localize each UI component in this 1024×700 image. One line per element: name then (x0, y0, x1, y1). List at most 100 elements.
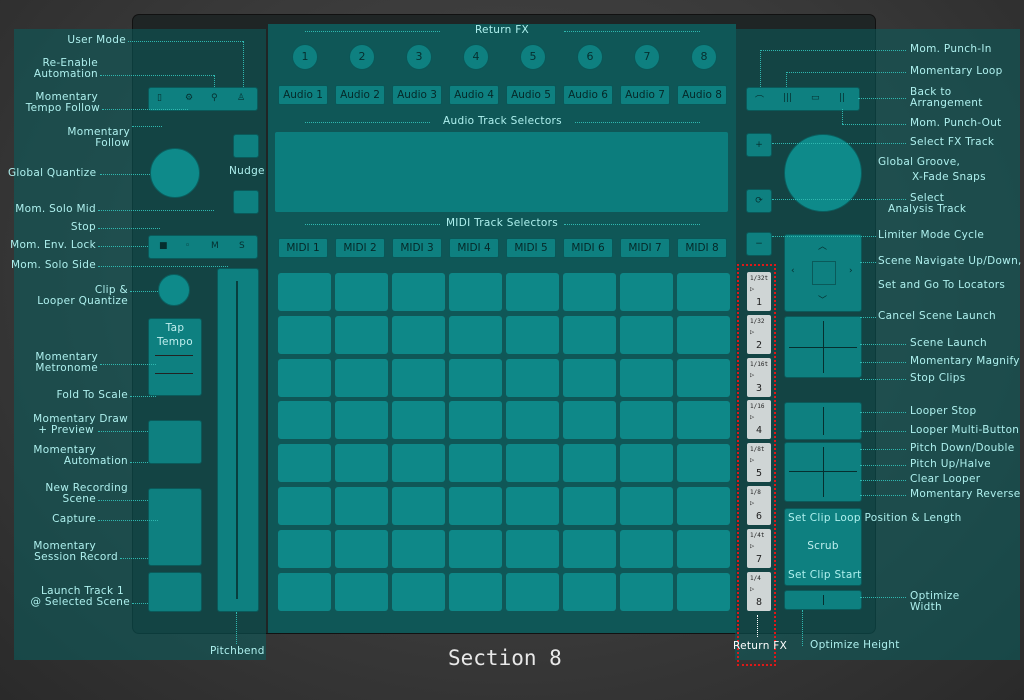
global-groove-knob[interactable] (784, 134, 862, 212)
pad-r5-c3[interactable] (392, 444, 445, 483)
pad-r3-c2[interactable] (335, 358, 388, 397)
limiter-button[interactable]: − (746, 232, 772, 256)
pad-r1-c3[interactable] (392, 273, 445, 311)
audio-track-button-4[interactable]: Audio 4 (449, 85, 499, 105)
pad-r2-c3[interactable] (392, 315, 445, 354)
pad-r4-c6[interactable] (563, 401, 616, 440)
pad-r1-c6[interactable] (563, 273, 616, 311)
pad-r7-c8[interactable] (677, 529, 730, 568)
pad-r2-c2[interactable] (335, 315, 388, 354)
pad-r6-c2[interactable] (335, 487, 388, 525)
pad-r4-c3[interactable] (392, 401, 445, 440)
pad-r5-c5[interactable] (506, 444, 559, 483)
optimize-width-button[interactable] (784, 590, 862, 610)
looper-stop-button[interactable] (784, 402, 862, 440)
launch-track-button[interactable] (148, 572, 202, 612)
left-solo-buttons[interactable]: ■ ◦ M S (148, 235, 258, 259)
nudge-forward-button[interactable] (233, 134, 259, 158)
pad-r5-c6[interactable] (563, 444, 616, 483)
pad-r8-c8[interactable] (677, 572, 730, 611)
pad-r2-c1[interactable] (278, 315, 331, 354)
pad-r1-c1[interactable] (278, 273, 331, 311)
pad-r6-c5[interactable] (506, 487, 559, 525)
audio-track-button-7[interactable]: Audio 7 (620, 85, 670, 105)
pad-r5-c1[interactable] (278, 444, 331, 483)
pad-r4-c1[interactable] (278, 401, 331, 440)
midi-track-button-7[interactable]: MIDI 7 (620, 238, 670, 258)
looper-multi-pad[interactable] (784, 442, 862, 502)
pad-r6-c4[interactable] (449, 487, 502, 525)
global-quantize-knob[interactable] (150, 148, 200, 198)
plus-button[interactable]: + (746, 133, 772, 157)
pad-r7-c3[interactable] (392, 529, 445, 568)
nudge-back-button[interactable] (233, 190, 259, 214)
scene-launch-pad[interactable] (784, 316, 862, 378)
midi-track-button-8[interactable]: MIDI 8 (677, 238, 727, 258)
clip-quantize-knob[interactable] (158, 274, 190, 306)
pad-r3-c3[interactable] (392, 358, 445, 397)
right-transport-buttons[interactable]: ⌒ ||| ▭ || (746, 87, 860, 111)
midi-track-button-1[interactable]: MIDI 1 (278, 238, 328, 258)
audio-track-button-2[interactable]: Audio 2 (335, 85, 385, 105)
pad-r7-c6[interactable] (563, 529, 616, 568)
pad-r7-c1[interactable] (278, 529, 331, 568)
pad-r8-c4[interactable] (449, 572, 502, 611)
pad-r5-c7[interactable] (620, 444, 673, 483)
return-knob-8[interactable]: 8 (691, 44, 717, 70)
pad-r3-c4[interactable] (449, 358, 502, 397)
pad-r3-c5[interactable] (506, 358, 559, 397)
pad-r8-c5[interactable] (506, 572, 559, 611)
pad-r6-c7[interactable] (620, 487, 673, 525)
pad-r4-c8[interactable] (677, 401, 730, 440)
audio-track-button-1[interactable]: Audio 1 (278, 85, 328, 105)
pad-r4-c7[interactable] (620, 401, 673, 440)
pad-r2-c7[interactable] (620, 315, 673, 354)
pad-r5-c8[interactable] (677, 444, 730, 483)
fx-button[interactable]: ⟳ (746, 189, 772, 213)
pad-r5-c2[interactable] (335, 444, 388, 483)
return-knob-4[interactable]: 4 (463, 44, 489, 70)
pad-r7-c4[interactable] (449, 529, 502, 568)
return-knob-6[interactable]: 6 (577, 44, 603, 70)
pad-r7-c2[interactable] (335, 529, 388, 568)
pad-r1-c7[interactable] (620, 273, 673, 311)
midi-track-button-6[interactable]: MIDI 6 (563, 238, 613, 258)
scene-navigate-pad[interactable]: ︿ ﹀ ‹ › (784, 234, 862, 312)
midi-track-button-4[interactable]: MIDI 4 (449, 238, 499, 258)
pad-r8-c7[interactable] (620, 572, 673, 611)
pitchbend-strip[interactable] (217, 268, 259, 612)
pad-r2-c6[interactable] (563, 315, 616, 354)
audio-track-button-3[interactable]: Audio 3 (392, 85, 442, 105)
pad-r1-c8[interactable] (677, 273, 730, 311)
pad-r3-c1[interactable] (278, 358, 331, 397)
midi-track-button-3[interactable]: MIDI 3 (392, 238, 442, 258)
midi-track-button-5[interactable]: MIDI 5 (506, 238, 556, 258)
pad-r5-c4[interactable] (449, 444, 502, 483)
pad-r8-c2[interactable] (335, 572, 388, 611)
pad-r2-c8[interactable] (677, 315, 730, 354)
pad-r1-c2[interactable] (335, 273, 388, 311)
draw-button[interactable] (148, 420, 202, 464)
audio-track-button-6[interactable]: Audio 6 (563, 85, 613, 105)
pad-r7-c5[interactable] (506, 529, 559, 568)
midi-track-button-2[interactable]: MIDI 2 (335, 238, 385, 258)
pad-r2-c5[interactable] (506, 315, 559, 354)
pad-r1-c4[interactable] (449, 273, 502, 311)
pad-r6-c1[interactable] (278, 487, 331, 525)
pad-r3-c8[interactable] (677, 358, 730, 397)
pad-r4-c2[interactable] (335, 401, 388, 440)
pad-r3-c7[interactable] (620, 358, 673, 397)
audio-track-button-5[interactable]: Audio 5 (506, 85, 556, 105)
pad-r1-c5[interactable] (506, 273, 559, 311)
pad-r4-c4[interactable] (449, 401, 502, 440)
pad-r2-c4[interactable] (449, 315, 502, 354)
return-knob-5[interactable]: 5 (520, 44, 546, 70)
tap-tempo-button[interactable]: Tap Tempo (148, 318, 202, 396)
left-mode-buttons[interactable]: ▯ ⚙ ⚲ ♙ (148, 87, 258, 111)
pad-r3-c6[interactable] (563, 358, 616, 397)
pad-r4-c5[interactable] (506, 401, 559, 440)
return-knob-2[interactable]: 2 (349, 44, 375, 70)
pad-r7-c7[interactable] (620, 529, 673, 568)
return-knob-3[interactable]: 3 (406, 44, 432, 70)
return-knob-7[interactable]: 7 (634, 44, 660, 70)
